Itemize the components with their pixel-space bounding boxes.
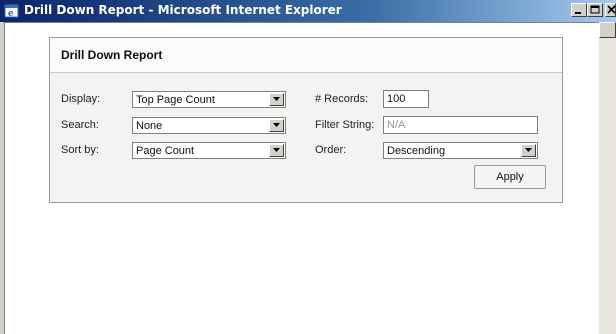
minimize-button[interactable]: [571, 3, 587, 17]
chevron-down-icon[interactable]: [269, 119, 284, 132]
window-title-bar[interactable]: e Drill Down Report - Microsoft Internet…: [0, 0, 616, 22]
vertical-scrollbar[interactable]: [599, 22, 616, 334]
order-select[interactable]: Descending: [383, 142, 538, 159]
close-button[interactable]: [605, 3, 616, 17]
order-select-value: Descending: [387, 145, 446, 157]
sort-by-select-value: Page Count: [136, 145, 195, 157]
panel-header: Drill Down Report: [50, 38, 562, 73]
filter-string-label: Filter String:: [315, 119, 375, 131]
apply-button[interactable]: Apply: [474, 165, 546, 189]
filter-string-input-value: N/A: [387, 119, 406, 131]
display-select-value: Top Page Count: [136, 94, 215, 106]
ie-icon: e: [4, 3, 20, 19]
chevron-down-icon[interactable]: [269, 144, 284, 157]
report-panel: Drill Down Report Display: Top Page Coun…: [49, 37, 563, 203]
maximize-button[interactable]: [587, 3, 603, 17]
display-select[interactable]: Top Page Count: [132, 91, 286, 108]
sort-by-label: Sort by:: [61, 144, 99, 156]
chevron-down-icon[interactable]: [521, 144, 536, 157]
filter-string-input[interactable]: N/A: [383, 116, 538, 134]
sort-by-select[interactable]: Page Count: [132, 142, 286, 159]
search-label: Search:: [61, 119, 99, 131]
panel-title: Drill Down Report: [61, 48, 163, 62]
records-input-value: 100: [387, 93, 406, 105]
window-title: Drill Down Report - Microsoft Internet E…: [24, 3, 342, 17]
display-label: Display:: [61, 93, 101, 105]
chevron-down-icon[interactable]: [269, 93, 284, 106]
search-select-value: None: [136, 120, 163, 132]
records-input[interactable]: 100: [383, 90, 429, 108]
order-label: Order:: [315, 144, 347, 156]
svg-text:e: e: [8, 9, 14, 19]
records-label: # Records:: [315, 93, 369, 105]
search-select[interactable]: None: [132, 117, 286, 134]
scroll-up-button[interactable]: [599, 22, 616, 38]
